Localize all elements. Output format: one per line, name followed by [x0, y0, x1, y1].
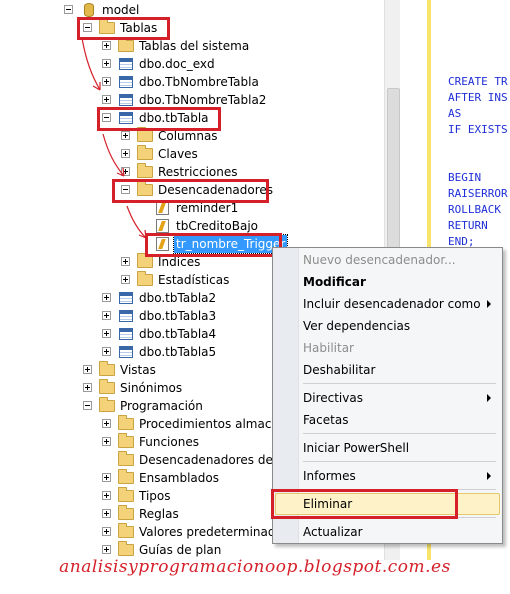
table-icon [119, 346, 133, 358]
collapse-icon[interactable] [83, 401, 92, 410]
folder-icon [99, 397, 115, 412]
blog-watermark: analisisyprogramacionoop.blogspot.com.es [59, 557, 451, 577]
tree-label: dbo.tbTabla4 [139, 327, 217, 341]
menu-separator [303, 433, 496, 434]
highlight-box-desencadenadores [112, 179, 269, 203]
folder-icon [99, 379, 115, 394]
folder-icon [118, 505, 134, 520]
tree-label: Tipos [139, 489, 171, 503]
menu-item-habilitar[interactable]: Habilitar [303, 338, 354, 358]
expand-icon[interactable] [121, 257, 130, 266]
trigger-icon [156, 219, 169, 233]
submenu-arrow-icon [487, 472, 491, 480]
menu-item-iniciar-powershell[interactable]: Iniciar PowerShell [303, 438, 409, 458]
code-line: CREATE TR [448, 75, 508, 88]
folder-icon [118, 451, 134, 466]
expand-icon[interactable] [121, 275, 130, 284]
arrow-icon [126, 205, 147, 239]
folder-icon [137, 271, 153, 286]
code-line: BEGIN [448, 171, 482, 184]
folder-icon [137, 127, 153, 142]
submenu-arrow-icon [487, 394, 491, 402]
table-icon [119, 310, 133, 322]
menu-item-incluir-como[interactable]: Incluir desencadenador como [303, 294, 481, 314]
tree-label: Ensamblados [139, 471, 219, 485]
highlight-box-trigger [145, 233, 282, 257]
arrow-icon [81, 37, 101, 91]
menu-item-nuevo-desencadenador[interactable]: Nuevo desencadenador... [303, 250, 456, 270]
tree-label: dbo.doc_exd [139, 57, 215, 71]
submenu-arrow-icon [487, 300, 491, 308]
code-line: RAISERROR [448, 187, 508, 200]
table-icon [119, 94, 133, 106]
trigger-icon [156, 201, 169, 215]
tree-label: Funciones [139, 435, 199, 449]
tree-label: Procedimientos almacena [139, 417, 294, 431]
expand-icon[interactable] [102, 329, 111, 338]
expand-icon[interactable] [102, 545, 111, 554]
menu-item-facetas[interactable]: Facetas [303, 410, 348, 430]
folder-icon [118, 433, 134, 448]
tree-label: Sinónimos [120, 381, 183, 395]
tree-label: Programación [120, 399, 203, 413]
menu-separator [303, 383, 496, 384]
folder-icon [137, 253, 153, 268]
menu-item-actualizar[interactable]: Actualizar [303, 522, 363, 542]
tree-label: dbo.TbNombreTabla [139, 75, 259, 89]
folder-icon [137, 163, 153, 178]
expand-icon[interactable] [102, 491, 111, 500]
expand-icon[interactable] [102, 347, 111, 356]
tree-label: Valores predeterminados [139, 525, 290, 539]
menu-separator [303, 461, 496, 462]
folder-icon [99, 361, 115, 376]
arrow-icon [102, 133, 125, 177]
menu-item-deshabilitar[interactable]: Deshabilitar [303, 360, 375, 380]
highlight-box-tbtabla [97, 107, 221, 131]
folder-icon [137, 145, 153, 160]
expand-icon[interactable] [83, 365, 92, 374]
expand-icon[interactable] [102, 95, 111, 104]
tree-label: Vistas [120, 363, 156, 377]
folder-icon [118, 523, 134, 538]
database-icon [84, 3, 94, 17]
collapse-icon[interactable] [64, 5, 73, 14]
expand-icon[interactable] [102, 419, 111, 428]
table-icon [119, 76, 133, 88]
folder-icon [118, 415, 134, 430]
tree-label: Reglas [139, 507, 179, 521]
menu-item-ver-dependencias[interactable]: Ver dependencias [303, 316, 410, 336]
folder-icon [118, 541, 134, 556]
folder-icon [118, 37, 134, 52]
tree-label: dbo.tbTabla2 [139, 291, 217, 305]
expand-icon[interactable] [83, 383, 92, 392]
code-line: AS [448, 107, 462, 120]
menu-item-informes[interactable]: Informes [303, 466, 356, 486]
expand-icon[interactable] [102, 293, 111, 302]
code-line: AFTER INS [448, 91, 508, 104]
tree-label: Estadísticas [158, 273, 230, 287]
menu-item-directivas[interactable]: Directivas [303, 388, 363, 408]
table-icon [119, 328, 133, 340]
code-line: RETURN [448, 219, 488, 232]
table-icon [119, 58, 133, 70]
table-icon [119, 292, 133, 304]
expand-icon[interactable] [102, 527, 111, 536]
tree-label: dbo.tbTabla5 [139, 345, 217, 359]
expand-icon[interactable] [102, 473, 111, 482]
code-line: IF EXISTS [448, 123, 508, 136]
code-line: ROLLBACK [448, 203, 501, 216]
expand-icon[interactable] [102, 311, 111, 320]
tree-label: dbo.tbTabla3 [139, 309, 217, 323]
folder-icon [118, 469, 134, 484]
tree-label: Claves [158, 147, 198, 161]
expand-icon[interactable] [102, 437, 111, 446]
expand-icon[interactable] [102, 509, 111, 518]
menu-item-modificar[interactable]: Modificar [303, 272, 366, 292]
folder-icon [118, 487, 134, 502]
highlight-box-eliminar [271, 489, 458, 519]
